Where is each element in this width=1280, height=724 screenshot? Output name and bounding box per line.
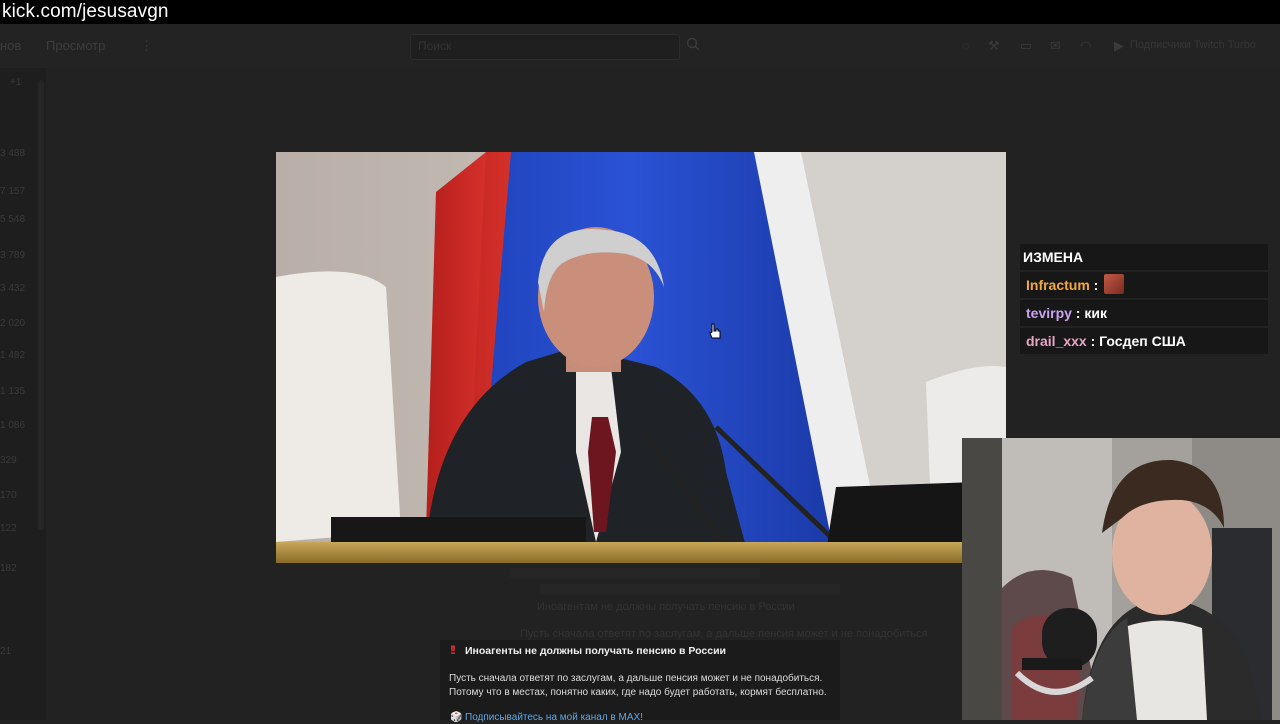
background-sidebar-number: 3 789	[0, 250, 26, 261]
main-photo	[276, 152, 1006, 563]
chat-message-text: кик	[1084, 305, 1107, 321]
background-post-caption-2: Пусть сначала ответят по заслугам, а дал…	[520, 628, 928, 640]
background-image-strip-2	[540, 584, 840, 594]
background-sidebar-number: 170	[0, 490, 17, 501]
play-icon: ▶	[1114, 38, 1124, 53]
background-image-strip	[510, 568, 760, 578]
chat-separator: :	[1086, 333, 1100, 349]
bell-icon: ◠	[1080, 38, 1092, 53]
emote-face-icon	[1104, 274, 1125, 295]
max-logo-icon: 🎲	[450, 712, 463, 723]
tools-icon: ⚒	[988, 38, 1000, 53]
inbox-icon: ▭	[1020, 38, 1033, 53]
background-sidebar-number: 1 482	[0, 350, 26, 361]
more-icon: ⋮	[140, 38, 153, 53]
background-sidebar-number: 182	[0, 563, 17, 574]
post-body-line: Пусть сначала ответят по заслугам, а дал…	[449, 673, 823, 684]
chat-message: tevirpy : кик	[1020, 300, 1268, 326]
background-right-label: Подписчики Twitch Turbo	[1130, 39, 1256, 51]
chat-icon: ◌	[962, 38, 970, 53]
chat-separator: :	[1071, 305, 1085, 321]
background-sidebar-number: 7 157	[0, 186, 26, 197]
chat-username: tevirpy	[1026, 305, 1072, 321]
webcam-illustration	[962, 438, 1280, 720]
post-card: !! Иноагенты не должны получать пенсию в…	[440, 640, 840, 723]
background-sidebar-number: 1 135	[0, 386, 26, 397]
background-sidebar-number: +1	[10, 77, 22, 88]
url-bar: kick.com/jesusavgn	[0, 0, 1280, 24]
webcam-feed	[962, 438, 1280, 720]
background-tab-2: Просмотр	[46, 38, 106, 53]
background-sidebar-number: 2 020	[0, 318, 26, 329]
chat-separator: :	[1089, 277, 1103, 293]
background-sidebar-number: 329	[0, 455, 17, 466]
chat-message-text: Госдеп США	[1099, 333, 1186, 349]
url-text: kick.com/jesusavgn	[2, 1, 169, 22]
background-sidebar-number: 21	[0, 646, 12, 657]
background-sidebar-number: 3 488	[0, 148, 26, 159]
post-body: Пусть сначала ответят по заслугам, а дал…	[449, 672, 837, 700]
chat-username: Infractum	[1026, 277, 1090, 293]
chat-overlay: ИЗМЕНА Infractum : tevirpy : кик drail_x…	[1020, 244, 1268, 356]
hand-cursor-icon	[709, 323, 721, 339]
chat-message: Infractum :	[1020, 272, 1268, 298]
background-sidebar-number: 3 432	[0, 283, 26, 294]
background-tab-1: нов	[0, 38, 22, 53]
post-title: Иноагенты не должны получать пенсию в Ро…	[465, 645, 726, 657]
chat-message: drail_xxx : Госдеп США	[1020, 328, 1268, 354]
search-icon	[686, 37, 700, 51]
mail-icon: ✉	[1050, 38, 1061, 53]
background-sidebar-number: 122	[0, 523, 17, 534]
background-search-placeholder: Поиск	[418, 39, 452, 53]
post-body-line: Потому что в местах, понятно каких, где …	[449, 687, 827, 698]
chat-message-text: ИЗМЕНА	[1023, 249, 1084, 265]
post-subscribe-link[interactable]: Подписывайтесь на мой канал в MAX!	[465, 711, 643, 724]
double-exclamation-icon: !!	[450, 643, 456, 657]
background-post-caption: Иноагентам не должны получать пенсию в Р…	[537, 601, 795, 613]
background-sidebar-number: 1 086	[0, 420, 26, 431]
photo-illustration	[276, 152, 1006, 563]
background-sidebar-number: 5 548	[0, 214, 26, 225]
chat-username: drail_xxx	[1026, 333, 1087, 349]
chat-message: ИЗМЕНА	[1020, 244, 1268, 270]
background-scrollbar	[38, 80, 44, 530]
